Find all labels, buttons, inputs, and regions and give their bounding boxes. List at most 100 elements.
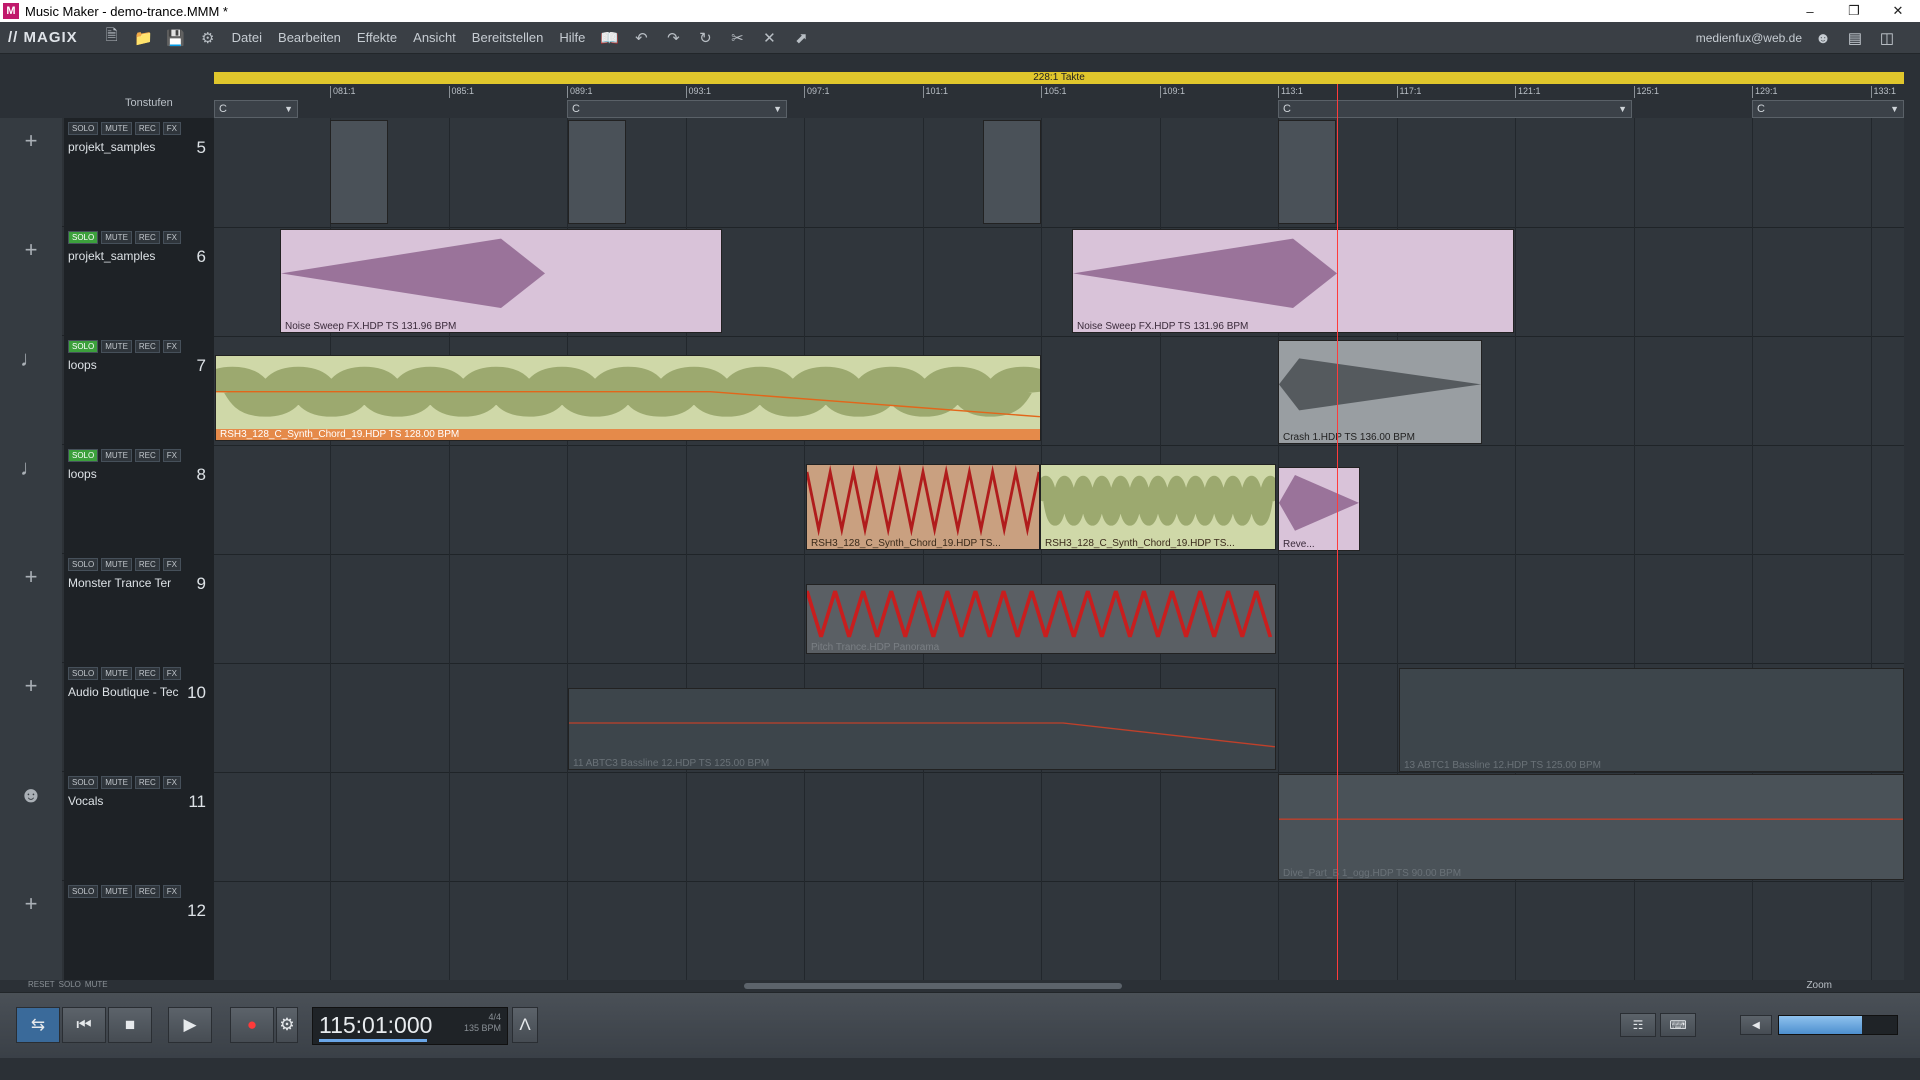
mute-button[interactable]: MUTE [101,667,132,680]
rec-button[interactable]: REC [134,449,160,462]
volume-icon[interactable]: ◀ [1740,1015,1772,1035]
minimize-button[interactable]: – [1788,0,1832,22]
record-icon[interactable]: ● [230,1007,274,1043]
add-instrument-icon[interactable]: + [25,891,38,917]
timeline-ruler[interactable]: 081:1 085:1 089:1 093:1 097:1 101:1 105:1 109:1… [214,86,1904,100]
user-account-icon[interactable]: ☻ [1812,27,1834,49]
sample-object[interactable] [568,120,626,224]
metronome-icon[interactable]: Λ [512,1007,538,1043]
open-folder-icon[interactable]: 📁 [134,28,154,48]
fx-button[interactable]: FX [162,231,182,244]
track-instrument[interactable]: + [0,227,62,336]
track-instrument[interactable]: ☻ [0,772,62,881]
chord-selector[interactable]: C ▼ [567,100,787,118]
track-header[interactable]: + SOLO MUTE REC FX 12 [0,881,214,990]
settings-gear-icon[interactable]: ⚙ [198,28,218,48]
account-email[interactable]: medienfux@web.de [1696,31,1802,45]
menu-datei[interactable]: Datei [232,30,262,45]
track-header[interactable]: + SOLO MUTE REC FX Monster Trance Ter 9 [0,554,214,663]
mute-button[interactable]: MUTE [101,776,132,789]
panel-toggle-icon[interactable]: ◫ [1876,27,1898,49]
rec-button[interactable]: REC [134,122,160,135]
solo-button[interactable]: SOLO [68,449,99,462]
track-header[interactable]: ☻ SOLO MUTE REC FX Vocals 11 [0,772,214,881]
track-name[interactable]: Audio Boutique - Tec [68,685,180,699]
vocals-icon[interactable]: ☻ [19,782,42,808]
sample-object[interactable] [983,120,1041,224]
track-header[interactable]: + SOLO MUTE REC FX projekt_samples 5 [0,118,214,227]
keyboard-icon[interactable]: ⌨ [1660,1013,1696,1037]
add-instrument-icon[interactable]: + [25,128,38,154]
solo-button[interactable]: SOLO [68,885,99,898]
reverb-object[interactable]: Reve... [1278,467,1360,551]
menu-bereitstellen[interactable]: Bereitstellen [472,30,544,45]
track-instrument[interactable]: ♩ [0,336,62,445]
help-book-icon[interactable]: 📖 [599,28,619,48]
crash-object[interactable]: Crash 1.HDP TS 136.00 BPM [1278,340,1482,444]
track-header[interactable]: + SOLO MUTE REC FX projekt_samples 6 [0,227,214,336]
restore-button[interactable]: ❐ [1832,0,1876,22]
mixer-icon[interactable]: ☶ [1620,1013,1656,1037]
solo-button[interactable]: SOLO [68,667,99,680]
track-name[interactable]: projekt_samples [68,140,180,154]
mute-button[interactable]: MUTE [101,122,132,135]
stop-icon[interactable]: ■ [108,1007,152,1043]
solo-button[interactable]: SOLO [68,122,99,135]
fx-button[interactable]: FX [162,558,182,571]
track-instrument[interactable]: + [0,663,62,772]
scroll-thumb[interactable] [744,983,1122,989]
add-instrument-icon[interactable]: + [25,564,38,590]
reset-button[interactable]: RESET [28,980,55,989]
track-name[interactable]: Vocals [68,794,180,808]
rec-button[interactable]: REC [134,340,160,353]
add-instrument-icon[interactable]: + [25,673,38,699]
sample-object[interactable] [330,120,388,224]
solo-button[interactable]: SOLO [68,776,99,789]
track-name[interactable]: Monster Trance Ter [68,576,180,590]
synth-chord-object[interactable]: RSH3_128_C_Synth_Chord_19.HDP TS... [806,464,1040,550]
mute-button[interactable]: MUTE [101,558,132,571]
play-icon[interactable]: ▶ [168,1007,212,1043]
fx-button[interactable]: FX [162,122,182,135]
track-instrument[interactable]: + [0,554,62,663]
synth-chord-object[interactable]: RSH3_128_C_Synth_Chord_19.HDP TS... [1040,464,1276,550]
track-header[interactable]: + SOLO MUTE REC FX Audio Boutique - Tec … [0,663,214,772]
save-icon[interactable]: 💾 [166,28,186,48]
zoom-button[interactable]: Zoom [1806,980,1832,991]
fx-button[interactable]: FX [162,885,182,898]
mouse-pointer-icon[interactable]: ⬈ [791,28,811,48]
fx-button[interactable]: FX [162,776,182,789]
solo-button[interactable]: SOLO [68,231,99,244]
rewind-icon[interactable]: ⏮ [62,1007,106,1043]
pitch-trance-object[interactable]: Pitch Trance.HDP Panorama [806,584,1276,654]
master-volume-slider[interactable] [1778,1015,1898,1035]
redo-icon[interactable]: ↷ [663,28,683,48]
solo-button[interactable]: SOLO [68,558,99,571]
rec-button[interactable]: REC [134,558,160,571]
add-instrument-icon[interactable]: + [25,237,38,263]
menu-effekte[interactable]: Effekte [357,30,397,45]
fx-button[interactable]: FX [162,340,182,353]
rec-button[interactable]: REC [134,231,160,244]
track-header[interactable]: ♩ SOLO MUTE REC FX loops 7 [0,336,214,445]
track-instrument[interactable]: + [0,118,62,227]
close-button[interactable]: ✕ [1876,0,1920,22]
track-name[interactable]: loops [68,467,180,481]
loop-icon[interactable]: ⇆ [16,1007,60,1043]
restore-icon[interactable]: ↻ [695,28,715,48]
mute-button[interactable]: MUTE [101,340,132,353]
mute-button[interactable]: MUTE [101,449,132,462]
delete-icon[interactable]: ✕ [759,28,779,48]
rec-button[interactable]: REC [134,776,160,789]
mute-button[interactable]: MUTE [101,231,132,244]
fx-button[interactable]: FX [162,667,182,680]
horizontal-scrollbar[interactable]: RESET SOLO MUTE Zoom [0,980,1920,992]
note-icon[interactable]: ♩ [20,346,42,372]
vocals-object[interactable]: Dive_Part_B 1_ogg.HDP TS 90.00 BPM [1278,774,1904,880]
solo-all-button[interactable]: SOLO [59,980,81,989]
fx-button[interactable]: FX [162,449,182,462]
track-instrument[interactable]: ♩ [0,445,62,554]
new-file-icon[interactable]: 🗎 [102,27,122,48]
menu-bearbeiten[interactable]: Bearbeiten [278,30,341,45]
mute-button[interactable]: MUTE [101,885,132,898]
